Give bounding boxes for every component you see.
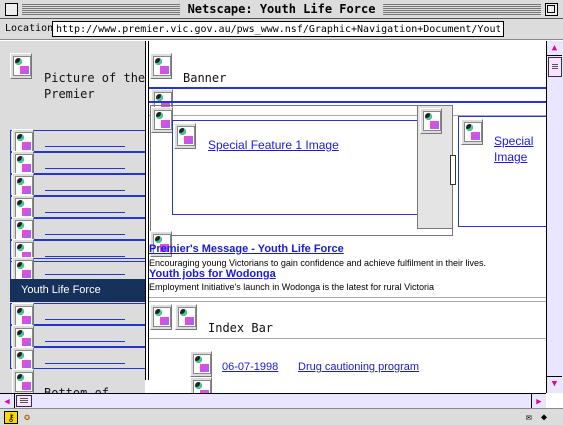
mail-icon[interactable]: ✉: [522, 411, 536, 424]
horizontal-scrollbar[interactable]: ◀ ▶: [0, 393, 546, 409]
vertical-scroll-thumb[interactable]: [548, 57, 562, 77]
component-bar-icon[interactable]: ✪: [20, 411, 34, 424]
headline-2-description: Employment Initiative's launch in Wodong…: [149, 282, 435, 292]
status-indicator-icon: ◆: [540, 412, 548, 423]
premier-picture-label-2: Premier: [44, 87, 95, 101]
banner-image-icon: [150, 53, 172, 79]
title-bar[interactable]: Netscape: Youth Life Force: [0, 0, 563, 19]
frame-scroller[interactable]: [450, 155, 456, 185]
image-icon: [420, 108, 442, 134]
news-date-link[interactable]: 06-07-1998: [222, 360, 278, 374]
horizontal-scroll-thumb[interactable]: [16, 395, 32, 407]
arrow-down-icon[interactable]: ▼: [547, 376, 562, 391]
headline-2-link[interactable]: Youth jobs for Wodonga: [149, 268, 276, 281]
index-bar-image-icon: [175, 304, 197, 330]
vertical-scrollbar[interactable]: ▲ ▼: [546, 41, 563, 393]
zoom-box-icon[interactable]: [545, 3, 558, 16]
grey-rule: [149, 338, 546, 339]
blue-rule: [172, 120, 417, 121]
frame-divider[interactable]: [145, 41, 149, 380]
special-feature-2-image-icon[interactable]: [461, 119, 483, 145]
headline-1-link[interactable]: Premier's Message - Youth Life Force: [149, 243, 344, 256]
special-feature-2-link-1[interactable]: Special: [494, 133, 533, 149]
location-bar: Location:: [0, 19, 563, 40]
banner-label: Banner: [183, 71, 227, 85]
nav-item-youth-life-force[interactable]: Youth Life Force: [10, 279, 145, 302]
premier-picture-label-1: Picture of the: [44, 71, 145, 85]
premier-picture-image-icon: [10, 53, 32, 79]
status-bar: ⚷ ✪ ✉ ◆: [0, 408, 563, 425]
arrow-up-icon[interactable]: ▲: [547, 41, 562, 56]
special-feature-1-link[interactable]: Special Feature 1 Image: [208, 137, 339, 153]
grey-rule: [149, 297, 546, 298]
grey-rule: [149, 301, 546, 302]
news-title-link[interactable]: Drug cautioning program: [298, 360, 419, 374]
index-bar-label: Index Bar: [208, 321, 274, 335]
blue-rule: [458, 116, 459, 227]
arrow-right-icon[interactable]: ▶: [531, 394, 546, 409]
arrow-left-icon[interactable]: ◀: [0, 394, 15, 409]
left-nav-frame: Picture of the Premier Youth Life Force …: [0, 41, 145, 393]
blue-rule: [458, 116, 546, 117]
special-feature-2-link-2[interactable]: Image: [494, 149, 527, 165]
security-key-icon[interactable]: ⚷: [4, 411, 18, 424]
bottom-image-icon: [12, 369, 34, 393]
bottom-label: Bottom of: [44, 386, 110, 393]
index-bar-image-icon: [150, 304, 172, 330]
special-feature-1-image-icon[interactable]: [174, 123, 196, 149]
close-box-icon[interactable]: [5, 3, 18, 16]
page-content: Picture of the Premier Youth Life Force …: [0, 41, 546, 393]
blue-rule: [458, 226, 546, 227]
blue-rule: [149, 101, 546, 103]
window-title: Netscape: Youth Life Force: [179, 2, 384, 17]
news-image-icon: [190, 351, 212, 377]
news-image-icon: [190, 377, 212, 393]
blue-rule: [172, 214, 417, 215]
blue-rule: [172, 120, 173, 215]
blue-rule: [149, 87, 546, 89]
location-input[interactable]: [52, 21, 504, 37]
